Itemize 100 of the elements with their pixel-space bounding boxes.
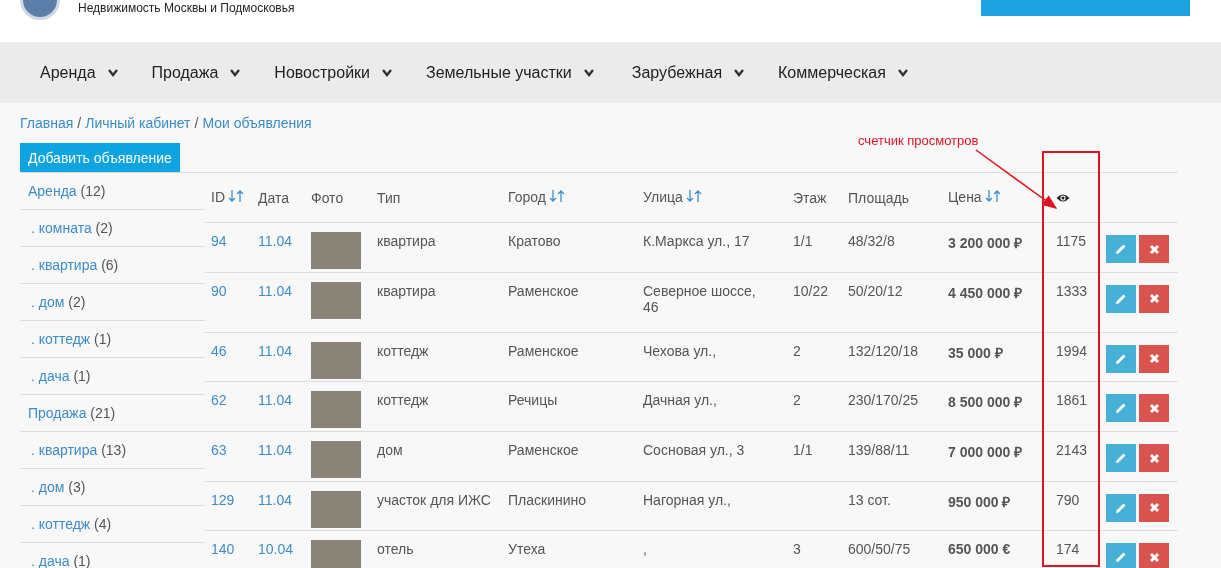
table-cell-text: Раменское	[508, 442, 579, 459]
nav-menu-item[interactable]: Аренда	[40, 63, 118, 82]
edit-button[interactable]	[1106, 394, 1136, 423]
sidebar-item[interactable]: . дом (3)	[20, 469, 205, 506]
price-text: 35 000 ₽	[948, 344, 1003, 361]
table-cell-text: Сосновая ул., 3	[643, 442, 745, 459]
table-cell-text: Дачная ул.,	[643, 392, 717, 409]
table-cell-text: ,	[643, 541, 647, 558]
listing-id-link[interactable]: 94	[211, 233, 227, 249]
table-cell-text: 2	[793, 342, 801, 359]
table-cell-text: 139/88/11	[848, 442, 910, 459]
column-header: Улица	[643, 188, 683, 205]
nav-menu-item[interactable]: Земельные участки	[426, 63, 594, 82]
table-cell-text: квартира	[377, 233, 436, 249]
delete-button[interactable]	[1139, 284, 1169, 313]
table-cell-text: 13 сот.	[848, 491, 891, 508]
table-cell-text: Чехова ул.,	[643, 342, 717, 359]
site-tagline: Недвижимость Москвы и Подмосковья	[78, 1, 295, 15]
close-icon	[1148, 402, 1160, 414]
breadcrumb-link[interactable]: Личный кабинет	[85, 115, 191, 133]
date-link[interactable]: 11.04	[258, 442, 292, 459]
sidebar-item[interactable]: . квартира (13)	[20, 432, 205, 469]
pencil-icon	[1115, 243, 1127, 255]
pencil-icon	[1115, 452, 1127, 465]
caret-icon	[230, 68, 241, 77]
edit-button[interactable]	[1106, 444, 1136, 473]
breadcrumb-separator: /	[194, 115, 199, 133]
date-link[interactable]: 11.04	[258, 342, 292, 359]
breadcrumb-separator: /	[77, 115, 82, 133]
date-link[interactable]: 11.04	[258, 491, 292, 508]
column-header: Этаж	[793, 189, 827, 206]
sidebar-item[interactable]: . дача (1)	[20, 543, 205, 568]
delete-button[interactable]	[1139, 493, 1169, 522]
column-header: Цена	[948, 188, 982, 205]
table-cell-text: 50/20/12	[848, 282, 903, 299]
nav-menu-item[interactable]: Продажа	[151, 63, 241, 82]
view-count: 1175	[1056, 233, 1087, 249]
breadcrumb-link[interactable]: Мои объявления	[202, 115, 312, 133]
view-count: 790	[1056, 491, 1080, 508]
edit-button[interactable]	[1106, 344, 1136, 373]
listing-id-link[interactable]: 140	[211, 541, 235, 558]
sidebar-item[interactable]: . коттедж (4)	[20, 506, 205, 543]
add-listing-button[interactable]: Добавить объявление	[20, 143, 180, 172]
delete-button[interactable]	[1139, 543, 1169, 568]
date-link[interactable]: 10.04	[258, 541, 294, 558]
pencil-icon	[1115, 551, 1127, 564]
table-cell-text: 48/32/8	[848, 233, 895, 249]
price-text: 7 000 000 ₽	[948, 444, 1023, 461]
table-cell-text: Кратово	[508, 233, 561, 249]
edit-button[interactable]	[1106, 284, 1136, 313]
table-cell-text: дом	[377, 442, 403, 459]
sidebar-item[interactable]: . дача (1)	[20, 358, 205, 395]
sidebar-item[interactable]: . комната (2)	[20, 210, 205, 247]
close-icon	[1148, 502, 1160, 514]
table-cell-text: Раменское	[508, 342, 579, 359]
column-header: Фото	[311, 189, 344, 206]
table-cell-text: 2	[793, 392, 801, 409]
close-icon	[1148, 551, 1160, 563]
price-text: 3 200 000 ₽	[948, 235, 1023, 251]
nav-menu-item[interactable]: Новостройки	[274, 63, 392, 82]
table-cell-text: коттедж	[377, 342, 429, 359]
nav-menu-item[interactable]: Коммерческая	[778, 63, 908, 82]
table-cell-text: 132/120/18	[848, 342, 919, 359]
delete-button[interactable]	[1139, 235, 1169, 263]
sidebar-item[interactable]: Аренда (12)	[20, 173, 205, 210]
listing-id-link[interactable]: 46	[211, 342, 227, 359]
price-text: 8 500 000 ₽	[948, 394, 1023, 411]
sidebar-item[interactable]: . дом (2)	[20, 284, 205, 321]
listing-id-link[interactable]: 62	[211, 392, 227, 409]
table-cell-text: коттедж	[377, 392, 429, 409]
column-header: ID	[211, 188, 225, 205]
edit-button[interactable]	[1106, 493, 1136, 522]
date-link[interactable]: 11.04	[258, 282, 292, 299]
view-count: 1994	[1056, 342, 1088, 359]
delete-button[interactable]	[1139, 444, 1169, 473]
delete-button[interactable]	[1139, 394, 1169, 423]
edit-button[interactable]	[1106, 235, 1136, 263]
date-link[interactable]: 11.04	[258, 233, 292, 249]
nav-menu-item[interactable]: Зарубежная	[631, 63, 745, 82]
close-icon	[1148, 243, 1160, 255]
date-link[interactable]: 11.04	[258, 392, 292, 409]
listing-id-link[interactable]: 129	[211, 491, 235, 508]
view-count: 1861	[1056, 392, 1088, 409]
breadcrumb-link[interactable]: Главная	[20, 115, 74, 133]
table-cell-text: 1/1	[793, 442, 813, 459]
sidebar-item[interactable]: . квартира (6)	[20, 247, 205, 284]
sidebar-item[interactable]: . коттедж (1)	[20, 321, 205, 358]
caret-icon	[382, 68, 392, 77]
photo-placeholder	[311, 281, 361, 319]
price-text: 4 450 000 ₽	[948, 284, 1023, 301]
column-header: Дата	[258, 189, 289, 206]
table-cell-text: Речицы	[508, 392, 558, 409]
listing-id-link[interactable]: 63	[211, 442, 227, 459]
delete-button[interactable]	[1139, 344, 1169, 373]
table-cell-text: 230/170/25	[848, 392, 919, 409]
edit-button[interactable]	[1106, 543, 1136, 568]
column-header: Город	[508, 188, 546, 205]
listing-id-link[interactable]: 90	[211, 282, 227, 299]
sidebar-item[interactable]: Продажа (21)	[20, 395, 205, 432]
table-cell-text: квартира	[377, 282, 436, 299]
